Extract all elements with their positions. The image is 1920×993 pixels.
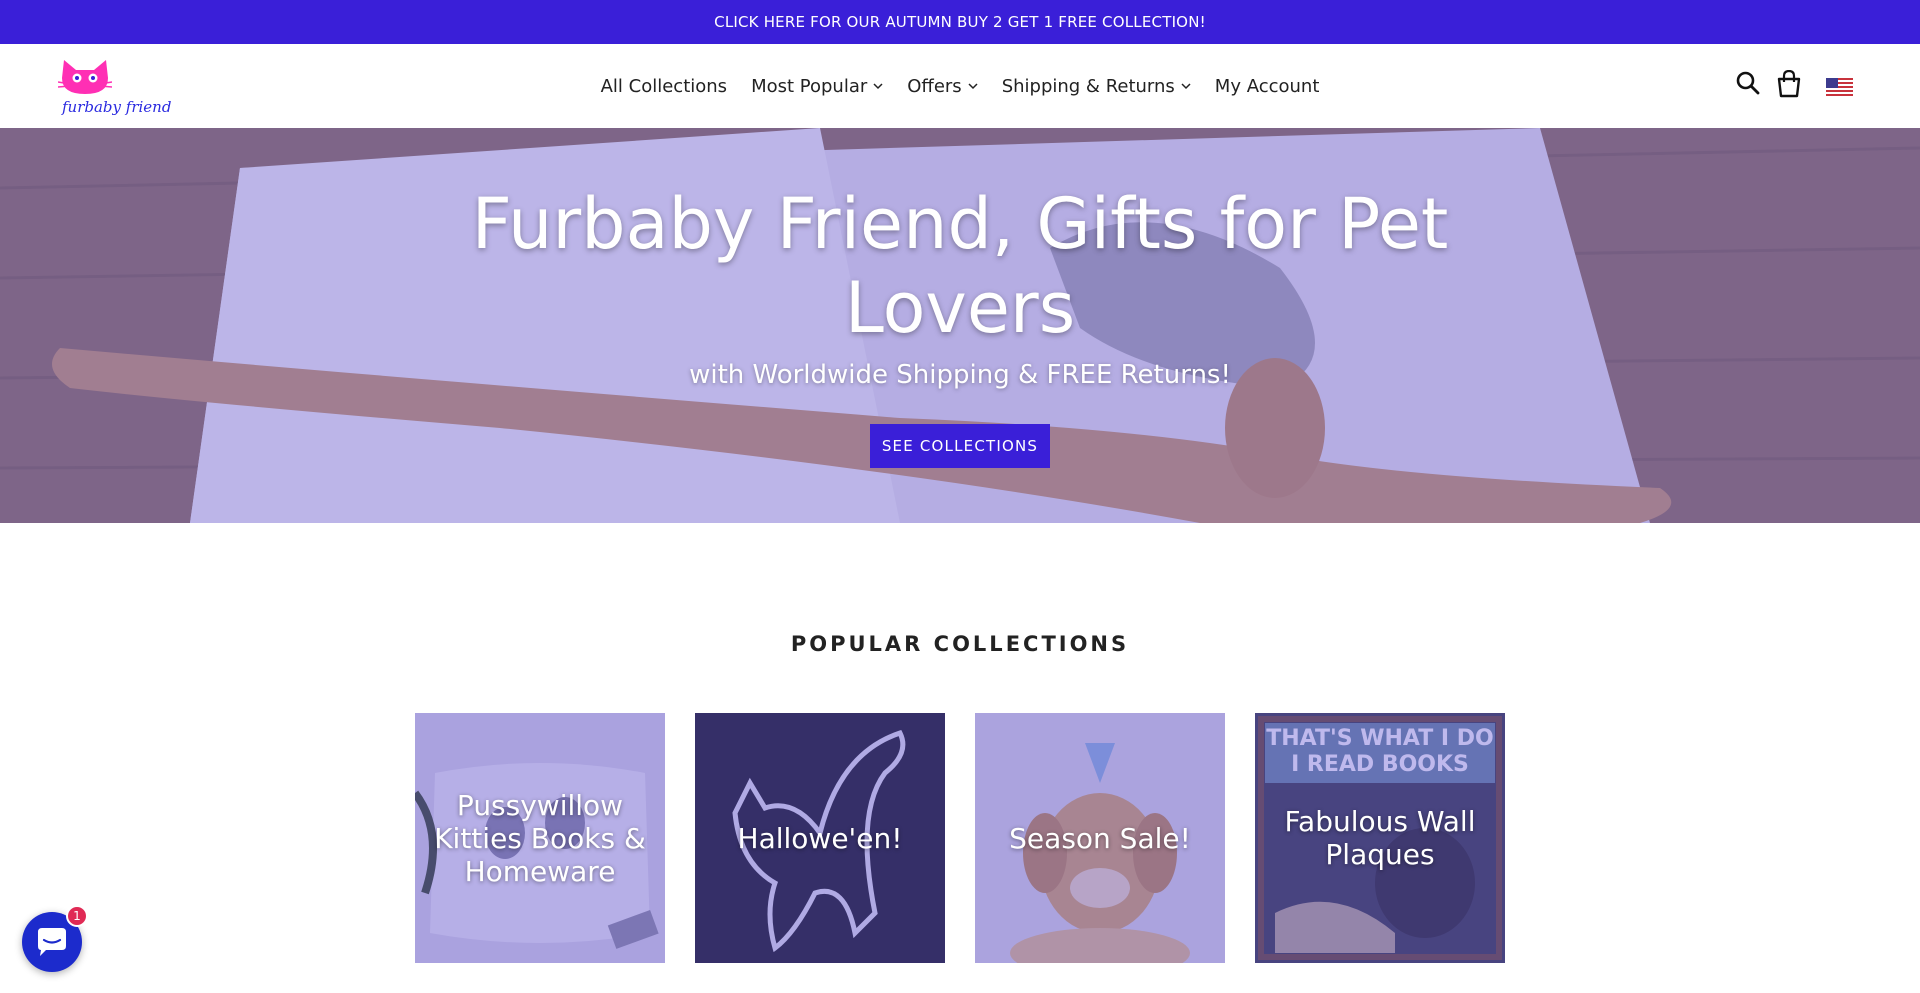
nav-item-label: Most Popular [751, 75, 868, 97]
nav-item-shipping-returns[interactable]: Shipping & Returns [990, 76, 1203, 97]
nav-item-label: Offers [907, 75, 962, 97]
logo[interactable]: furbaby friend [58, 58, 171, 116]
announcement-bar[interactable]: CLICK HERE FOR OUR AUTUMN BUY 2 GET 1 FR… [0, 0, 1920, 44]
main-nav: All Collections Most Popular Offers Ship… [0, 44, 1920, 128]
nav-item-most-popular[interactable]: Most Popular [739, 76, 895, 97]
us-flag-icon[interactable] [1826, 78, 1853, 96]
see-collections-button[interactable]: SEE COLLECTIONS [870, 424, 1050, 468]
announcement-text: CLICK HERE FOR OUR AUTUMN BUY 2 GET 1 FR… [714, 13, 1206, 31]
site-header: furbaby friend All Collections Most Popu… [0, 44, 1920, 128]
search-icon[interactable] [1735, 70, 1761, 96]
chevron-down-icon [1181, 83, 1191, 90]
collection-tile-pussywillow[interactable]: Pussywillow Kitties Books & Homeware [415, 713, 665, 963]
collection-tile-season-sale[interactable]: Season Sale! [975, 713, 1225, 963]
hero-banner: Furbaby Friend, Gifts for Pet Lovers wit… [0, 128, 1920, 523]
chat-notification-badge: 1 [66, 905, 88, 927]
cat-logo-icon [58, 60, 112, 94]
hero-title: Furbaby Friend, Gifts for Pet Lovers [471, 183, 1449, 349]
chevron-down-icon [873, 83, 883, 90]
hero-subtitle: with Worldwide Shipping & FREE Returns! [689, 360, 1231, 390]
section-title: POPULAR COLLECTIONS [790, 632, 1130, 656]
collection-label: Pussywillow Kitties Books & Homeware [434, 788, 646, 888]
nav-item-label: All Collections [600, 75, 728, 97]
nav-item-label: Shipping & Returns [1001, 75, 1175, 97]
collection-label: Fabulous Wall Plaques [1284, 805, 1476, 871]
collection-label: Season Sale! [1009, 821, 1191, 855]
collection-tile-halloween[interactable]: Hallowe'en! [695, 713, 945, 963]
logo-text: furbaby friend [62, 98, 172, 116]
nav-item-my-account[interactable]: My Account [1203, 76, 1332, 97]
nav-item-offers[interactable]: Offers [895, 76, 989, 97]
collection-label: Hallowe'en! [737, 821, 903, 855]
collection-tile-wall-plaques[interactable]: THAT'S WHAT I DO I READ BOOKS Fabulous W… [1255, 713, 1505, 963]
nav-item-all-collections[interactable]: All Collections [589, 76, 739, 97]
chevron-down-icon [968, 83, 978, 90]
cart-icon[interactable] [1776, 70, 1802, 98]
nav-item-label: My Account [1214, 75, 1320, 97]
